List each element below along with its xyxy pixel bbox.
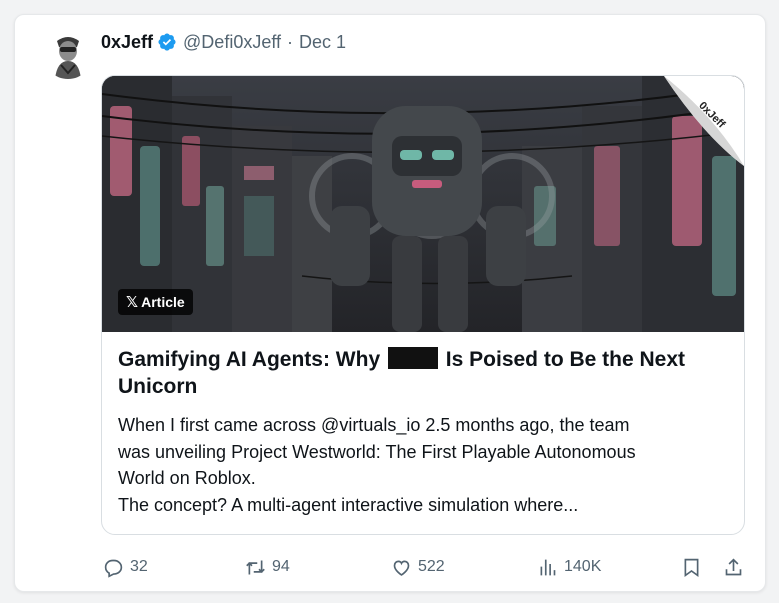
article-badge-label: Article (141, 294, 185, 310)
reply-count: 32 (130, 558, 148, 575)
avatar[interactable] (43, 29, 93, 79)
tweet-card[interactable]: 0xJeff @Defi0xJeff · Dec 1 0xJeff 𝕏 Arti… (14, 14, 766, 592)
article-cover-image[interactable]: 0xJeff 𝕏 Article (102, 76, 744, 332)
article-title[interactable]: Gamifying AI Agents: Why Is Poised to Be… (118, 346, 718, 400)
author-handle[interactable]: @Defi0xJeff (183, 32, 281, 53)
tweet-header: 0xJeff @Defi0xJeff · Dec 1 (101, 31, 346, 53)
views-count: 140K (564, 558, 602, 575)
repost-count: 94 (272, 558, 290, 575)
views-button[interactable]: 140K (537, 553, 601, 581)
reply-icon (104, 559, 123, 578)
repost-button[interactable]: 94 (245, 553, 290, 581)
share-button[interactable] (723, 553, 750, 581)
page-curl-sticker: 0xJeff (664, 76, 744, 166)
excerpt-line: World on Roblox. (118, 468, 256, 488)
author-name[interactable]: 0xJeff (101, 32, 153, 53)
views-icon (540, 559, 556, 575)
tweet-date[interactable]: Dec 1 (299, 32, 346, 53)
article-badge: 𝕏 Article (118, 289, 193, 315)
reply-button[interactable]: 32 (103, 553, 148, 581)
excerpt-line: When I first came across @virtuals_io 2.… (118, 415, 630, 435)
repost-icon (246, 560, 265, 574)
verified-badge-icon (158, 33, 176, 51)
like-button[interactable]: 522 (391, 553, 445, 581)
x-logo-icon: 𝕏 (126, 294, 139, 311)
bookmark-button[interactable] (681, 553, 708, 581)
like-icon (393, 560, 410, 576)
share-icon (725, 557, 742, 575)
article-excerpt: When I first came across @virtuals_io 2.… (118, 412, 728, 518)
article-card[interactable]: 0xJeff 𝕏 Article Gamifying AI Agents: Wh… (101, 75, 745, 535)
bookmark-icon (684, 558, 699, 577)
excerpt-line: was unveiling Project Westworld: The Fir… (118, 441, 636, 462)
tweet-actions: 32 94 522 140K (15, 553, 765, 581)
separator-dot: · (287, 31, 294, 52)
excerpt-line: The concept? A multi-agent interactive s… (118, 494, 579, 515)
redacted-block (387, 347, 438, 369)
like-count: 522 (418, 558, 445, 575)
